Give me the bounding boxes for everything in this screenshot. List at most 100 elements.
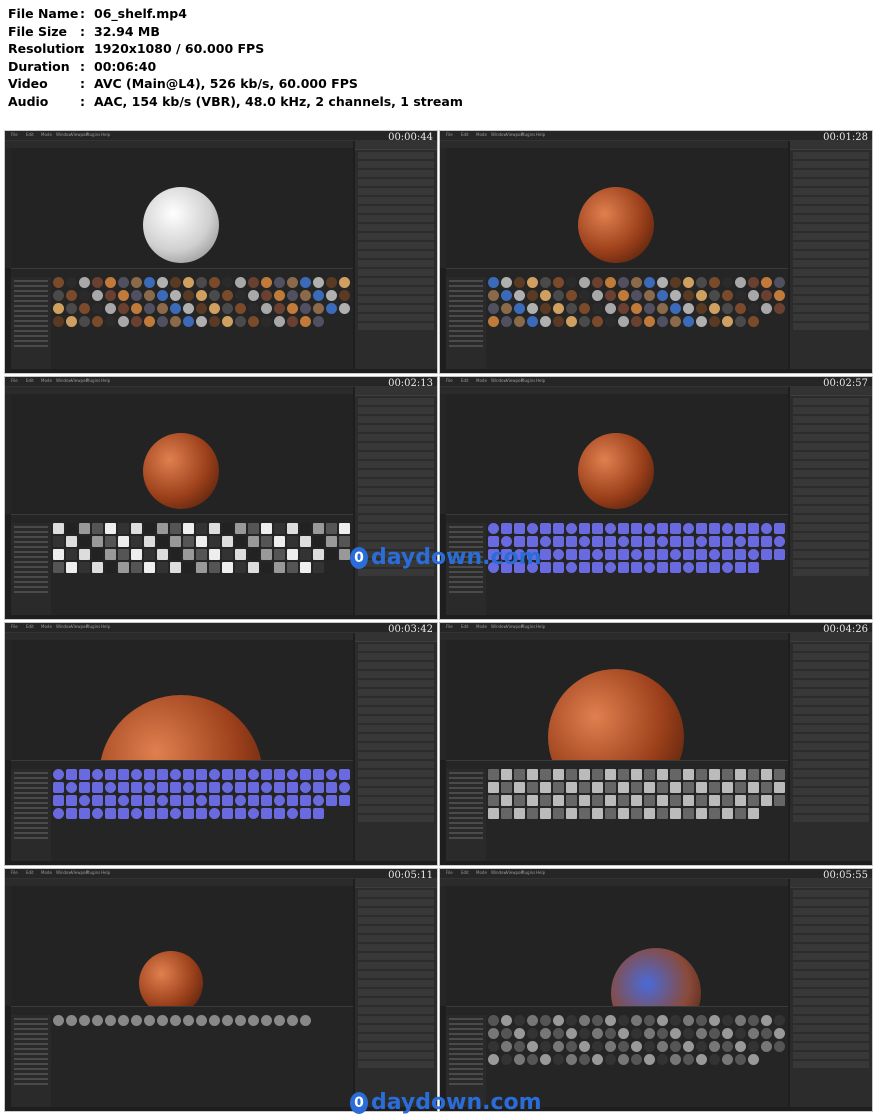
shelf-item[interactable]	[209, 562, 220, 573]
shelf-item[interactable]	[300, 808, 311, 819]
shelf-item[interactable]	[118, 1054, 129, 1065]
shelf-item[interactable]	[235, 1041, 246, 1052]
menu-item[interactable]: Mode	[476, 870, 487, 875]
shelf-item[interactable]	[196, 536, 207, 547]
shelf-item[interactable]	[579, 782, 590, 793]
shelf-item[interactable]	[774, 303, 785, 314]
shelf-item[interactable]	[157, 549, 168, 560]
shelf-item[interactable]	[313, 523, 324, 534]
shelf-item[interactable]	[118, 808, 129, 819]
shelf-item[interactable]	[748, 769, 759, 780]
shelf-item[interactable]	[735, 795, 746, 806]
layer-row[interactable]	[358, 179, 434, 186]
layer-row[interactable]	[358, 917, 434, 924]
shelf-item[interactable]	[79, 562, 90, 573]
shelf-item[interactable]	[566, 277, 577, 288]
shelf-item[interactable]	[248, 303, 259, 314]
layer-row[interactable]	[793, 152, 869, 159]
layer-row[interactable]	[358, 416, 434, 423]
shelf-category[interactable]	[449, 1083, 483, 1085]
shelf-item[interactable]	[287, 562, 298, 573]
shelf-item[interactable]	[631, 808, 642, 819]
shelf-item[interactable]	[709, 795, 720, 806]
shelf-item[interactable]	[514, 303, 525, 314]
shelf-item[interactable]	[222, 277, 233, 288]
shelf-item[interactable]	[774, 769, 785, 780]
shelf-item[interactable]	[709, 562, 720, 573]
layer-row[interactable]	[793, 761, 869, 768]
shelf-item[interactable]	[313, 782, 324, 793]
shelf-item[interactable]	[527, 1041, 538, 1052]
layer-row[interactable]	[358, 662, 434, 669]
layer-row[interactable]	[358, 761, 434, 768]
shelf-item[interactable]	[196, 782, 207, 793]
shelf-item[interactable]	[722, 277, 733, 288]
shelf-item[interactable]	[79, 808, 90, 819]
shelf-item[interactable]	[144, 1054, 155, 1065]
shelf-category[interactable]	[14, 807, 48, 809]
shelf-item[interactable]	[683, 277, 694, 288]
shelf-item[interactable]	[157, 303, 168, 314]
shelf-item[interactable]	[53, 1054, 64, 1065]
shelf-item[interactable]	[748, 808, 759, 819]
shelf-item[interactable]	[488, 316, 499, 327]
shelf-item[interactable]	[261, 795, 272, 806]
menu-item[interactable]: Window	[491, 132, 507, 137]
layer-row[interactable]	[793, 269, 869, 276]
shelf-item[interactable]	[670, 769, 681, 780]
shelf-item[interactable]	[235, 290, 246, 301]
shelf-category[interactable]	[449, 1018, 483, 1020]
shelf-item[interactable]	[183, 277, 194, 288]
shelf-item[interactable]	[105, 1041, 116, 1052]
shelf-item[interactable]	[553, 549, 564, 560]
shelf-item[interactable]	[313, 808, 324, 819]
shelf-item[interactable]	[79, 1041, 90, 1052]
layer-row[interactable]	[358, 497, 434, 504]
shelf-category[interactable]	[449, 315, 483, 317]
shelf-item[interactable]	[553, 303, 564, 314]
shelf-item[interactable]	[514, 808, 525, 819]
shelf-category[interactable]	[449, 777, 483, 779]
shelf-item[interactable]	[53, 795, 64, 806]
layer-row[interactable]	[793, 233, 869, 240]
shelf-item[interactable]	[605, 536, 616, 547]
layer-row[interactable]	[358, 305, 434, 312]
shelf-item[interactable]	[313, 1041, 324, 1052]
shelf-item[interactable]	[261, 1028, 272, 1039]
shelf-item[interactable]	[722, 303, 733, 314]
shelf-item[interactable]	[774, 1041, 785, 1052]
shelf-item[interactable]	[592, 1015, 603, 1026]
menu-item[interactable]: Plugins	[86, 870, 100, 875]
shelf-item[interactable]	[696, 536, 707, 547]
shelf-category[interactable]	[14, 556, 48, 558]
shelf-item[interactable]	[183, 782, 194, 793]
shelf-item[interactable]	[748, 795, 759, 806]
shelf-item[interactable]	[553, 523, 564, 534]
shelf-item[interactable]	[300, 782, 311, 793]
layer-row[interactable]	[358, 452, 434, 459]
shelf-item[interactable]	[748, 303, 759, 314]
shelf-item[interactable]	[53, 290, 64, 301]
shelf-item[interactable]	[761, 782, 772, 793]
layer-row[interactable]	[793, 215, 869, 222]
layer-row[interactable]	[793, 569, 869, 576]
shelf-category[interactable]	[449, 586, 483, 588]
shelf-item[interactable]	[53, 303, 64, 314]
shelf-item[interactable]	[709, 523, 720, 534]
shelf-item[interactable]	[131, 1015, 142, 1026]
shelf-item[interactable]	[222, 1041, 233, 1052]
shelf-item[interactable]	[644, 562, 655, 573]
shelf-item[interactable]	[566, 303, 577, 314]
shelf-item[interactable]	[657, 316, 668, 327]
shelf-item[interactable]	[144, 549, 155, 560]
shelf-item[interactable]	[248, 277, 259, 288]
shelf-item[interactable]	[157, 536, 168, 547]
layer-row[interactable]	[358, 890, 434, 897]
shelf-item[interactable]	[527, 523, 538, 534]
shelf-category[interactable]	[14, 812, 48, 814]
shelf-item[interactable]	[514, 290, 525, 301]
shelf-item[interactable]	[209, 1041, 220, 1052]
layer-row[interactable]	[358, 644, 434, 651]
shelf-item[interactable]	[709, 290, 720, 301]
shelf-item[interactable]	[644, 303, 655, 314]
